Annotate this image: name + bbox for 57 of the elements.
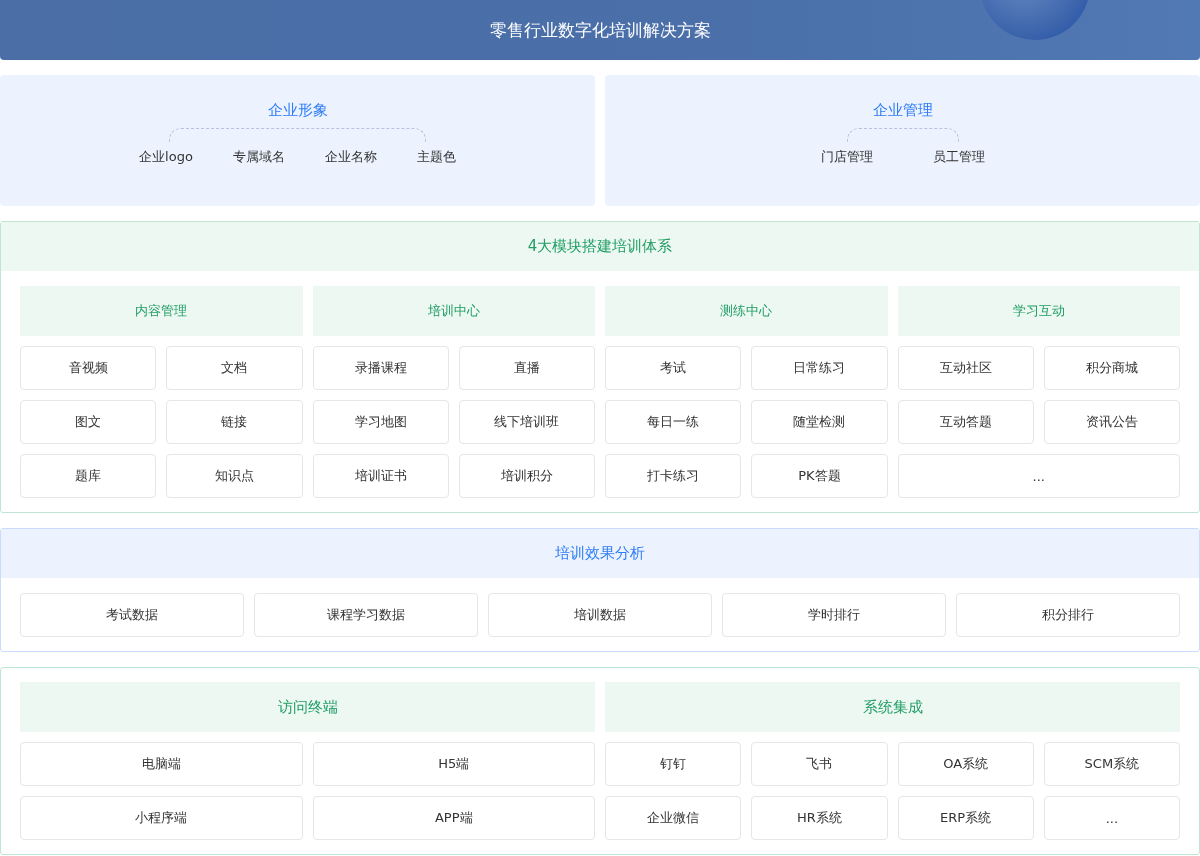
feature-cell: PK答题 <box>751 454 888 498</box>
feature-label: 专属域名 <box>232 148 285 166</box>
feature-cell: 每日一练 <box>605 400 742 444</box>
feature-cell: SCM系统 <box>1043 742 1180 786</box>
feature-cell: OA系统 <box>897 742 1034 786</box>
page-title: 零售行业数字化培训解决方案 <box>489 18 711 42</box>
panel-title: 企业形象 <box>267 100 328 120</box>
feature-cell: 企业微信 <box>605 796 742 840</box>
feature-cell: 线下培训班 <box>458 400 595 444</box>
feature-cell: APP端 <box>312 796 595 840</box>
feature-cell: 直播 <box>458 346 595 390</box>
feature-cell: 互动答题 <box>897 400 1034 444</box>
module-title: 测练中心 <box>605 286 888 336</box>
group-title: 访问终端 <box>20 682 595 732</box>
feature-cell: 链接 <box>166 400 303 444</box>
feature-cell: 音视频 <box>20 346 157 390</box>
group-title: 系统集成 <box>605 682 1180 732</box>
feature-cell: H5端 <box>312 742 595 786</box>
feature-cell: 学时排行 <box>722 593 946 637</box>
feature-cell: 课程学习数据 <box>254 593 478 637</box>
feature-cell: 随堂检测 <box>751 400 888 444</box>
feature-cell: 培训积分 <box>458 454 595 498</box>
feature-label: 主题色 <box>416 148 456 166</box>
module-title: 内容管理 <box>20 286 303 336</box>
feature-cell: 打卡练习 <box>605 454 742 498</box>
feature-cell: ... <box>897 454 1180 498</box>
feature-cell: 图文 <box>20 400 157 444</box>
feature-cell: HR系统 <box>751 796 888 840</box>
feature-cell: 日常练习 <box>751 346 888 390</box>
feature-cell: 互动社区 <box>897 346 1034 390</box>
feature-cell: 考试 <box>605 346 742 390</box>
module-title: 学习互动 <box>897 286 1180 336</box>
feature-cell: 录播课程 <box>312 346 449 390</box>
feature-cell: 文档 <box>166 346 303 390</box>
feature-cell: 学习地图 <box>312 400 449 444</box>
feature-cell: 题库 <box>20 454 157 498</box>
module-title: 培训中心 <box>312 286 595 336</box>
feature-cell: 培训数据 <box>488 593 712 637</box>
feature-label: 企业logo <box>139 148 193 166</box>
feature-label: 员工管理 <box>932 148 985 166</box>
feature-cell: ... <box>1043 796 1180 840</box>
feature-cell: 钉钉 <box>605 742 742 786</box>
feature-cell: 积分商城 <box>1043 346 1180 390</box>
feature-cell: ERP系统 <box>897 796 1034 840</box>
feature-cell: 小程序端 <box>20 796 303 840</box>
feature-cell: 飞书 <box>751 742 888 786</box>
panel-title: 企业管理 <box>872 100 933 120</box>
feature-label: 门店管理 <box>820 148 873 166</box>
section-title: 4大模块搭建培训体系 <box>1 222 1199 271</box>
feature-cell: 考试数据 <box>20 593 244 637</box>
feature-cell: 培训证书 <box>312 454 449 498</box>
feature-cell: 积分排行 <box>956 593 1180 637</box>
feature-cell: 资讯公告 <box>1043 400 1180 444</box>
section-title: 培训效果分析 <box>1 529 1199 578</box>
feature-label: 企业名称 <box>324 148 377 166</box>
feature-cell: 电脑端 <box>20 742 303 786</box>
feature-cell: 知识点 <box>166 454 303 498</box>
